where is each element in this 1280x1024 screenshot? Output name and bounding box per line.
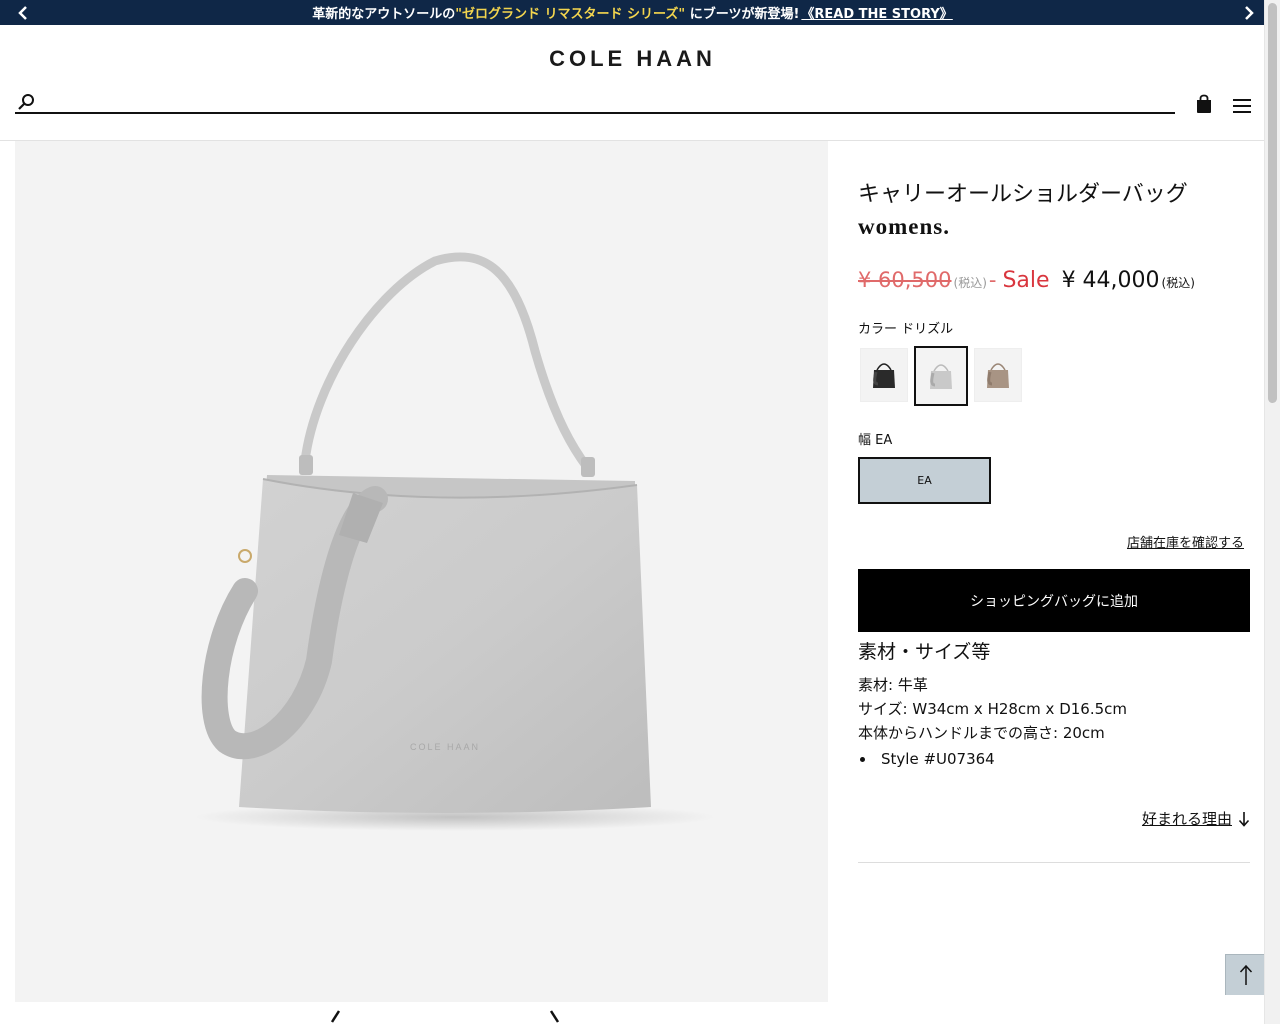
sale-tax-note: (税込) (1161, 276, 1195, 290)
product-image[interactable]: COLE HAAN (15, 141, 828, 1002)
promo-banner: 革新的なアウトソールの"ゼログランド リマスタード シリーズ" にブーツが新登場… (0, 0, 1265, 25)
original-tax-note: (税込) (953, 276, 987, 290)
promo-highlight: "ゼログランド リマスタード シリーズ" (455, 7, 686, 22)
hamburger-menu-icon[interactable] (1233, 98, 1251, 114)
promo-text: 革新的なアウトソールの"ゼログランド リマスタード シリーズ" にブーツが新登場… (312, 3, 953, 22)
spec-material: 素材: 牛革 (858, 676, 928, 694)
product-gender: womens. (858, 214, 950, 239)
chevron-left-icon (18, 5, 27, 20)
bag-brand-emboss: COLE HAAN (410, 742, 480, 752)
spec-heading: 素材・サイズ等 (858, 641, 991, 663)
sale-price: ¥ 44,000 (1061, 268, 1160, 293)
bag-illustration: COLE HAAN (195, 252, 715, 831)
brand-logo[interactable]: COLE HAAN (0, 46, 1265, 72)
color-swatch-taupe[interactable] (974, 348, 1022, 402)
price-row: ¥ 60,500 (税込) - Sale ¥ 44,000 (税込) (858, 268, 1195, 293)
search-bar (15, 90, 1175, 114)
add-to-bag-button[interactable]: ショッピングバッグに追加 (858, 569, 1250, 632)
spec-list: 素材: 牛革 サイズ: W34cm x H28cm x D16.5cm 本体から… (858, 673, 1127, 745)
sale-label: Sale (1002, 268, 1050, 293)
store-stock-link[interactable]: 店舗在庫を確認する (1127, 532, 1244, 551)
width-option-ea[interactable]: EA (858, 457, 991, 504)
search-input[interactable] (41, 90, 1165, 114)
chevron-right-icon (1245, 5, 1254, 20)
promo-prefix: 革新的なアウトソールの (312, 7, 456, 22)
section-divider (858, 862, 1250, 863)
chevron-right-icon (549, 1010, 560, 1023)
scrollbar-thumb[interactable] (1268, 3, 1277, 403)
style-number: Style #U07364 (881, 750, 995, 768)
style-number-item: Style #U07364 (858, 750, 995, 768)
back-to-top-button[interactable] (1225, 954, 1266, 995)
search-icon[interactable] (17, 93, 35, 111)
why-loved-link[interactable]: 好まれる理由 (1142, 808, 1250, 829)
bullet-icon (860, 756, 865, 762)
promo-prev-button[interactable] (11, 0, 35, 25)
gallery-next-button[interactable] (545, 1010, 565, 1024)
color-swatch-black[interactable] (860, 348, 908, 402)
promo-next-button[interactable] (1237, 0, 1261, 25)
chevron-left-icon (330, 1010, 341, 1023)
spec-size: サイズ: W34cm x H28cm x D16.5cm (858, 700, 1128, 718)
why-loved-label: 好まれる理由 (1141, 810, 1232, 828)
spec-handle-height: 本体からハンドルまでの高さ: 20cm (858, 724, 1105, 742)
arrow-up-icon (1239, 964, 1253, 985)
promo-suffix: にブーツが新登場! (685, 7, 800, 22)
product-title: キャリーオールショルダーバッグ (858, 182, 1188, 207)
price-separator: - (988, 268, 997, 292)
gallery-prev-button[interactable] (325, 1010, 345, 1024)
shopping-bag-icon[interactable] (1195, 94, 1213, 114)
arrow-down-icon (1238, 811, 1250, 827)
width-label: 幅 EA (858, 433, 893, 448)
original-price: ¥ 60,500 (858, 268, 952, 292)
promo-story-link[interactable]: 《READ THE STORY》 (801, 7, 952, 22)
color-label: カラー ドリズル (858, 322, 954, 337)
page-scrollbar[interactable] (1264, 0, 1280, 1024)
color-swatch-drizzle[interactable] (914, 346, 968, 406)
color-swatches (858, 346, 1024, 406)
